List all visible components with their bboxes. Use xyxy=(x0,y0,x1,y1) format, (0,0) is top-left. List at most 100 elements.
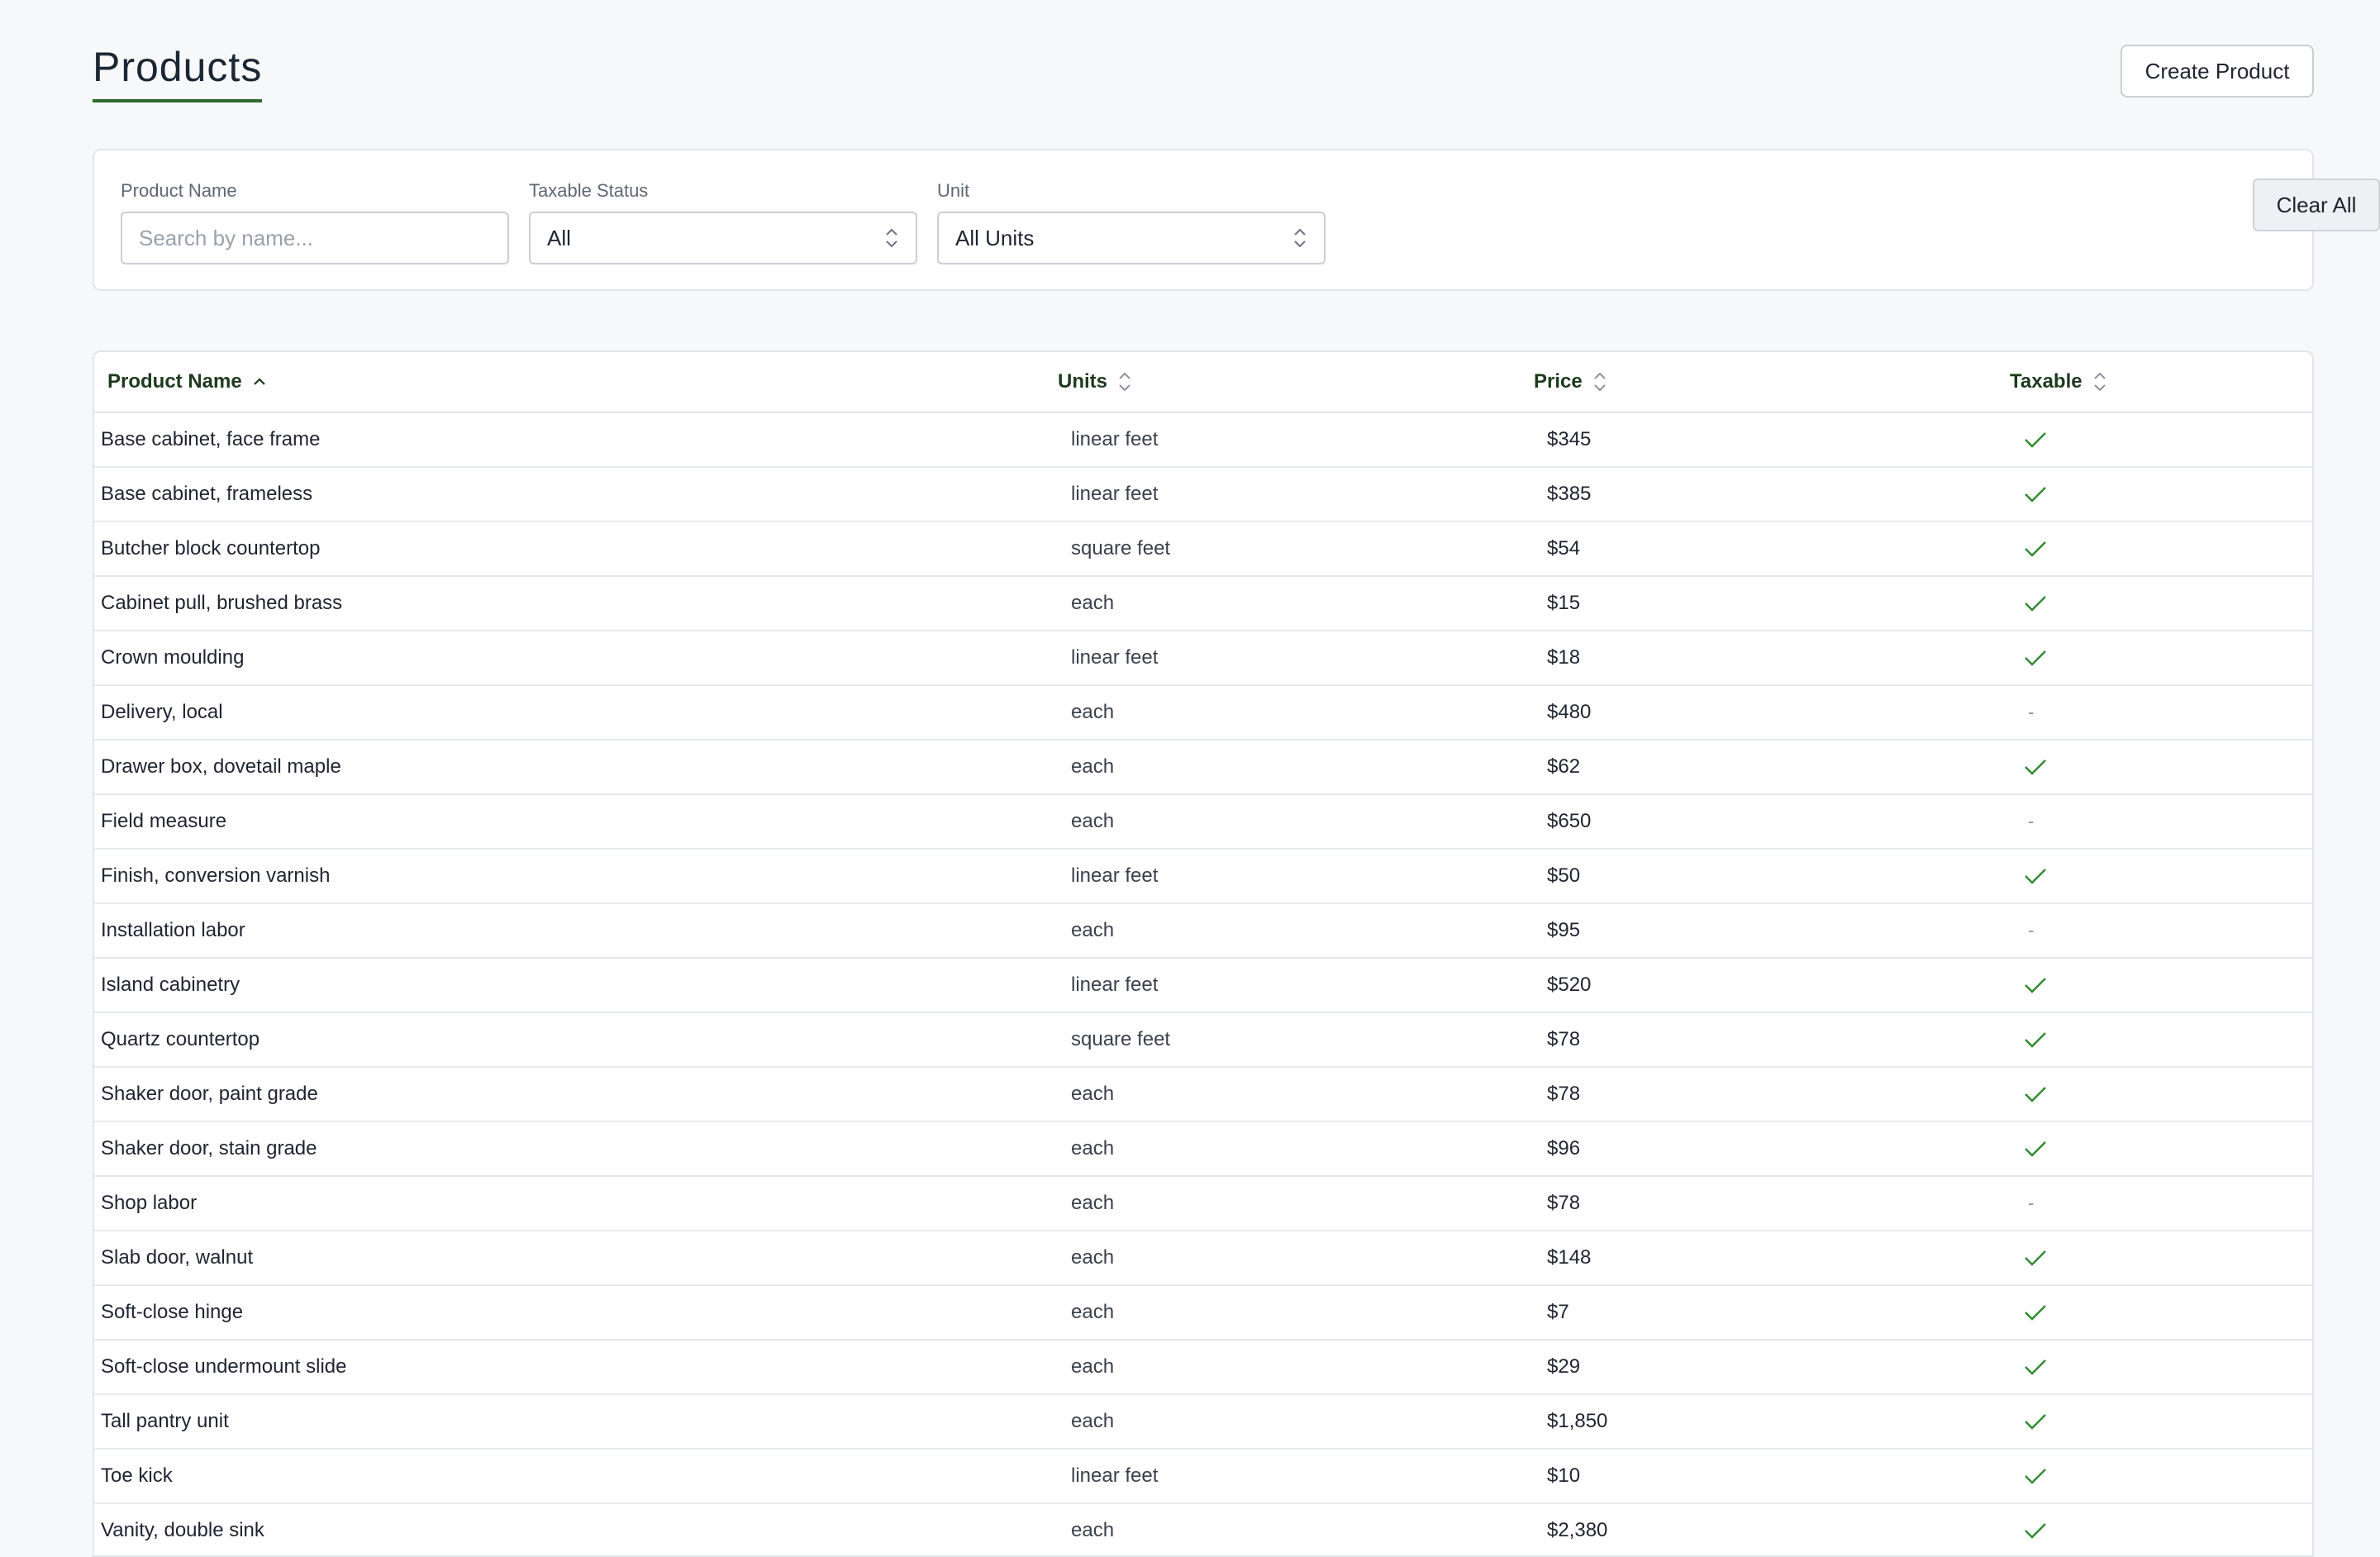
table-row[interactable]: Slab door, walnut each $148 xyxy=(94,1231,2312,1286)
units-cell: square feet xyxy=(1071,537,1171,559)
check-icon xyxy=(2025,541,2046,557)
table-row[interactable]: Base cabinet, frameless linear feet $385 xyxy=(94,468,2312,522)
product-name-cell: Island cabinetry xyxy=(101,974,240,996)
table-row[interactable]: Delivery, local each $480 - xyxy=(94,686,2312,740)
updown-icon xyxy=(886,228,897,248)
table-row[interactable]: Quartz countertop square feet $78 xyxy=(94,1013,2312,1068)
table-row[interactable]: Tall pantry unit each $1,850 xyxy=(94,1395,2312,1450)
units-cell: each xyxy=(1071,1083,1115,1105)
taxable-status-select[interactable]: All xyxy=(529,212,917,264)
product-name-cell: Base cabinet, frameless xyxy=(101,483,313,505)
price-cell: $50 xyxy=(1547,864,1581,887)
price-cell: $78 xyxy=(1547,1028,1581,1050)
price-cell: $650 xyxy=(1547,810,1592,832)
table-row[interactable]: Drawer box, dovetail maple each $62 xyxy=(94,740,2312,795)
table-body: Base cabinet, face frame linear feet $345 B… xyxy=(94,413,2312,1555)
unit-select[interactable]: All Units xyxy=(937,212,1326,264)
table-row[interactable]: Vanity, double sink each $2,380 xyxy=(94,1504,2312,1555)
units-cell: each xyxy=(1071,919,1115,941)
price-cell: $520 xyxy=(1547,974,1592,996)
table-row[interactable]: Toe kick linear feet $10 xyxy=(94,1450,2312,1504)
table-row[interactable]: Crown moulding linear feet $18 xyxy=(94,631,2312,686)
not-taxable-dash: - xyxy=(2028,920,2035,940)
table-row[interactable]: Field measure each $650 - xyxy=(94,795,2312,850)
table-row[interactable]: Finish, conversion varnish linear feet $50 xyxy=(94,850,2312,904)
price-cell: $78 xyxy=(1547,1192,1581,1214)
check-icon xyxy=(2025,1414,2046,1430)
check-icon xyxy=(2025,978,2046,993)
table-row[interactable]: Soft-close undermount slide each $29 xyxy=(94,1340,2312,1395)
product-name-cell: Drawer box, dovetail maple xyxy=(101,755,341,778)
table-row[interactable]: Base cabinet, face frame linear feet $345 xyxy=(94,413,2312,468)
units-cell: each xyxy=(1071,1410,1115,1432)
units-cell: linear feet xyxy=(1071,428,1159,450)
product-name-cell: Tall pantry unit xyxy=(101,1410,229,1432)
units-cell: each xyxy=(1071,701,1115,723)
product-name-search-field[interactable] xyxy=(121,212,509,264)
units-cell: each xyxy=(1071,1192,1115,1214)
price-cell: $95 xyxy=(1547,919,1581,941)
sort-updown-icon xyxy=(1119,372,1130,392)
column-header-taxable[interactable]: Taxable xyxy=(2010,352,2107,412)
units-cell: each xyxy=(1071,810,1115,832)
check-icon xyxy=(2025,1305,2046,1321)
units-cell: linear feet xyxy=(1071,1464,1159,1487)
check-icon xyxy=(2025,1523,2046,1539)
units-cell: each xyxy=(1071,755,1115,778)
table-row[interactable]: Shaker door, paint grade each $78 xyxy=(94,1068,2312,1122)
check-icon xyxy=(2025,1469,2046,1484)
table-row[interactable]: Shaker door, stain grade each $96 xyxy=(94,1122,2312,1177)
clear-all-button[interactable]: Clear All xyxy=(2253,179,2380,231)
column-header-product-name[interactable]: Product Name xyxy=(107,352,267,412)
chevron-up-icon xyxy=(253,378,265,385)
column-header-units[interactable]: Units xyxy=(1058,352,1132,412)
product-name-search-input[interactable] xyxy=(139,225,491,251)
table-row[interactable]: Soft-close hinge each $7 xyxy=(94,1286,2312,1340)
table-row[interactable]: Shop labor each $78 - xyxy=(94,1177,2312,1231)
units-cell: linear feet xyxy=(1071,974,1159,996)
price-cell: $480 xyxy=(1547,701,1592,723)
taxable-cell xyxy=(2023,1504,2048,1555)
product-name-cell: Cabinet pull, brushed brass xyxy=(101,592,343,614)
page-title: Products xyxy=(93,41,263,102)
price-cell: $7 xyxy=(1547,1301,1569,1323)
price-cell: $18 xyxy=(1547,646,1581,669)
unit-filter: Unit All Units xyxy=(937,179,1326,264)
unit-filter-label: Unit xyxy=(937,180,970,201)
product-name-cell: Toe kick xyxy=(101,1464,173,1487)
price-cell: $1,850 xyxy=(1547,1410,1608,1432)
taxable-cell xyxy=(2023,1450,2048,1502)
taxable-cell xyxy=(2023,1013,2048,1066)
check-icon xyxy=(2025,1032,2046,1048)
check-icon xyxy=(2025,1359,2046,1375)
table-row[interactable]: Butcher block countertop square feet $54 xyxy=(94,522,2312,577)
taxable-cell xyxy=(2023,1395,2048,1448)
price-cell: $2,380 xyxy=(1547,1519,1608,1541)
check-icon xyxy=(2025,869,2046,884)
column-header-price[interactable]: Price xyxy=(1534,352,1607,412)
price-cell: $148 xyxy=(1547,1246,1592,1269)
check-icon xyxy=(2025,432,2046,448)
taxable-cell xyxy=(2023,468,2048,521)
table-row[interactable]: Installation labor each $95 - xyxy=(94,904,2312,959)
units-cell: each xyxy=(1071,592,1115,614)
table-header: Product Name Units Price Taxable xyxy=(94,352,2312,413)
taxable-cell xyxy=(2023,1340,2048,1393)
table-row[interactable]: Island cabinetry linear feet $520 xyxy=(94,959,2312,1013)
taxable-cell xyxy=(2023,1122,2048,1175)
product-name-cell: Finish, conversion varnish xyxy=(101,864,331,887)
sort-updown-icon xyxy=(2093,372,2106,392)
column-header-label: Price xyxy=(1534,370,1583,393)
table-row[interactable]: Cabinet pull, brushed brass each $15 xyxy=(94,577,2312,631)
product-name-cell: Shaker door, paint grade xyxy=(101,1083,318,1105)
check-icon xyxy=(2025,1087,2046,1102)
product-name-filter: Product Name xyxy=(121,179,509,264)
price-cell: $96 xyxy=(1547,1137,1581,1159)
taxable-cell xyxy=(2023,522,2048,575)
create-product-button[interactable]: Create Product xyxy=(2121,45,2314,98)
units-cell: linear feet xyxy=(1071,646,1159,669)
price-cell: $62 xyxy=(1547,755,1581,778)
updown-icon xyxy=(1294,228,1306,248)
not-taxable-dash: - xyxy=(2028,1193,2035,1213)
taxable-cell: - xyxy=(2023,1177,2034,1230)
